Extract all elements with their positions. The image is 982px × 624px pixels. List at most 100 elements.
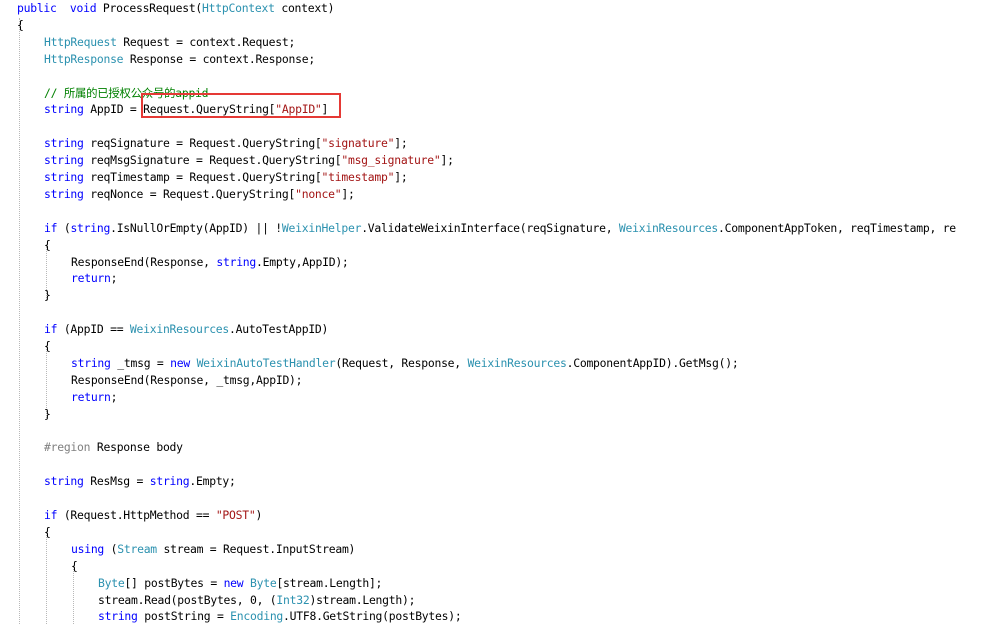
code-token: "POST" xyxy=(215,508,256,522)
code-token: .ValidateWeixinInterface(reqSignature, xyxy=(361,220,619,235)
code-token: string xyxy=(44,474,84,489)
code-token: { xyxy=(17,17,24,32)
code-token: string xyxy=(70,220,111,235)
code-token: reqTimestamp = Request.QueryString[ xyxy=(83,170,322,184)
code-token: _tmsg = xyxy=(110,355,171,370)
indent-guide-if-post xyxy=(46,532,47,624)
code-token: WeixinResources xyxy=(129,322,230,337)
code-token: reqMsgSignature = Request.QueryString[ xyxy=(83,153,342,168)
code-token: .IsNullOrEmpty(AppID) || ! xyxy=(110,220,282,235)
code-token: public xyxy=(17,1,57,15)
code-token: ResponseEnd(Response, _tmsg,AppID); xyxy=(71,372,303,387)
code-line: string reqTimestamp = Request.QueryStrin… xyxy=(44,169,408,186)
code-token: HttpContext xyxy=(202,1,275,15)
code-token: string xyxy=(71,355,111,370)
code-token: string xyxy=(44,136,84,151)
code-token: return xyxy=(71,271,111,286)
code-token: (AppID == xyxy=(57,322,130,337)
code-line: if (AppID == WeixinResources.AutoTestApp… xyxy=(44,321,328,338)
code-line: return; xyxy=(71,389,118,406)
code-token: new xyxy=(223,575,244,590)
code-token: (Request.HttpMethod == xyxy=(57,508,216,522)
code-token: context) xyxy=(274,1,335,15)
code-token: string xyxy=(149,474,190,489)
code-token: ; xyxy=(110,271,118,286)
code-token: WeixinAutoTestHandler xyxy=(196,355,336,370)
code-token: HttpResponse xyxy=(44,51,124,66)
code-line: return; xyxy=(71,270,118,287)
code-line: string ResMsg = string.Empty; xyxy=(44,473,236,490)
code-token: string xyxy=(44,170,84,184)
code-line: ResponseEnd(Response, string.Empty,AppID… xyxy=(71,254,349,271)
code-line: ResponseEnd(Response, _tmsg,AppID); xyxy=(71,372,303,389)
code-token: "signature" xyxy=(321,136,395,151)
code-token: void xyxy=(69,1,97,15)
code-token: HttpRequest xyxy=(44,34,117,49)
code-token: if xyxy=(44,220,58,235)
code-token: { xyxy=(44,339,51,353)
code-line: if (Request.HttpMethod == "POST") xyxy=(44,507,262,524)
code-token: ( xyxy=(57,220,71,235)
code-token: .Empty,AppID); xyxy=(256,254,349,269)
code-token: "msg_signature" xyxy=(341,153,441,168)
code-token: ( xyxy=(104,541,118,556)
code-line: { xyxy=(44,237,51,254)
code-line: } xyxy=(44,287,51,304)
code-token: .Empty; xyxy=(189,474,236,489)
code-token: WeixinResources xyxy=(467,355,567,370)
code-token: if xyxy=(44,508,58,522)
code-line: string postString = Encoding.UTF8.GetStr… xyxy=(98,608,462,624)
code-token: ]; xyxy=(394,136,408,151)
code-token: WeixinResources xyxy=(618,220,719,235)
code-line: if (string.IsNullOrEmpty(AppID) || ! Weix… xyxy=(44,220,956,237)
code-line: string _tmsg = new WeixinAutoTestHandler… xyxy=(71,355,739,372)
code-token: Encoding xyxy=(230,609,284,624)
code-token: ResponseEnd(Response, xyxy=(71,254,217,269)
code-token: } xyxy=(44,406,51,421)
code-token: { xyxy=(44,237,51,252)
code-token: )stream.Length); xyxy=(309,592,416,607)
code-line: Byte[] postBytes = new Byte[stream.Lengt… xyxy=(98,575,382,592)
indent-guide-using xyxy=(73,566,74,624)
code-token: postString = xyxy=(137,609,231,624)
code-token: Response body xyxy=(90,440,183,455)
code-token: stream.Read(postBytes, 0, ( xyxy=(98,592,277,607)
code-line: string reqSignature = Request.QueryStrin… xyxy=(44,135,408,152)
code-line: string reqMsgSignature = Request.QuerySt… xyxy=(44,152,454,169)
code-token: string xyxy=(216,254,257,269)
code-line: { xyxy=(17,17,24,34)
code-token: Stream xyxy=(117,541,157,556)
code-token: { xyxy=(44,524,51,539)
code-line: { xyxy=(44,338,51,355)
code-token: Int32 xyxy=(276,592,310,607)
code-line: HttpRequest Request = context.Request; xyxy=(44,34,295,51)
code-token: Byte xyxy=(250,575,277,590)
code-token: ) xyxy=(255,508,263,522)
code-token: Request = context.Request; xyxy=(116,34,296,49)
code-token: ]; xyxy=(341,186,355,201)
highlight-box xyxy=(141,93,341,118)
indent-guide-method xyxy=(19,18,20,624)
code-editor[interactable]: public void ProcessRequest(HttpContext c… xyxy=(0,0,982,624)
code-token: { xyxy=(71,558,78,573)
code-token: new xyxy=(170,355,190,370)
code-token: .UTF8.GetString(postBytes); xyxy=(283,609,462,624)
code-token: [stream.Length]; xyxy=(276,575,383,590)
code-token: ]; xyxy=(440,153,454,168)
code-token: "nonce" xyxy=(295,186,342,201)
code-token: return xyxy=(71,389,111,404)
code-line: public void ProcessRequest(HttpContext c… xyxy=(17,0,334,17)
code-line: { xyxy=(71,558,78,575)
code-token: stream = Request.InputStream) xyxy=(156,541,356,556)
code-token: .ComponentAppID).GetMsg(); xyxy=(566,355,739,370)
code-line: } xyxy=(44,406,51,423)
code-token: [] postBytes = xyxy=(124,575,224,590)
code-token: ]; xyxy=(394,170,408,184)
code-token: if xyxy=(44,322,58,337)
code-token: string xyxy=(98,609,138,624)
code-token: string xyxy=(44,102,84,117)
code-token: ProcessRequest( xyxy=(96,1,203,15)
